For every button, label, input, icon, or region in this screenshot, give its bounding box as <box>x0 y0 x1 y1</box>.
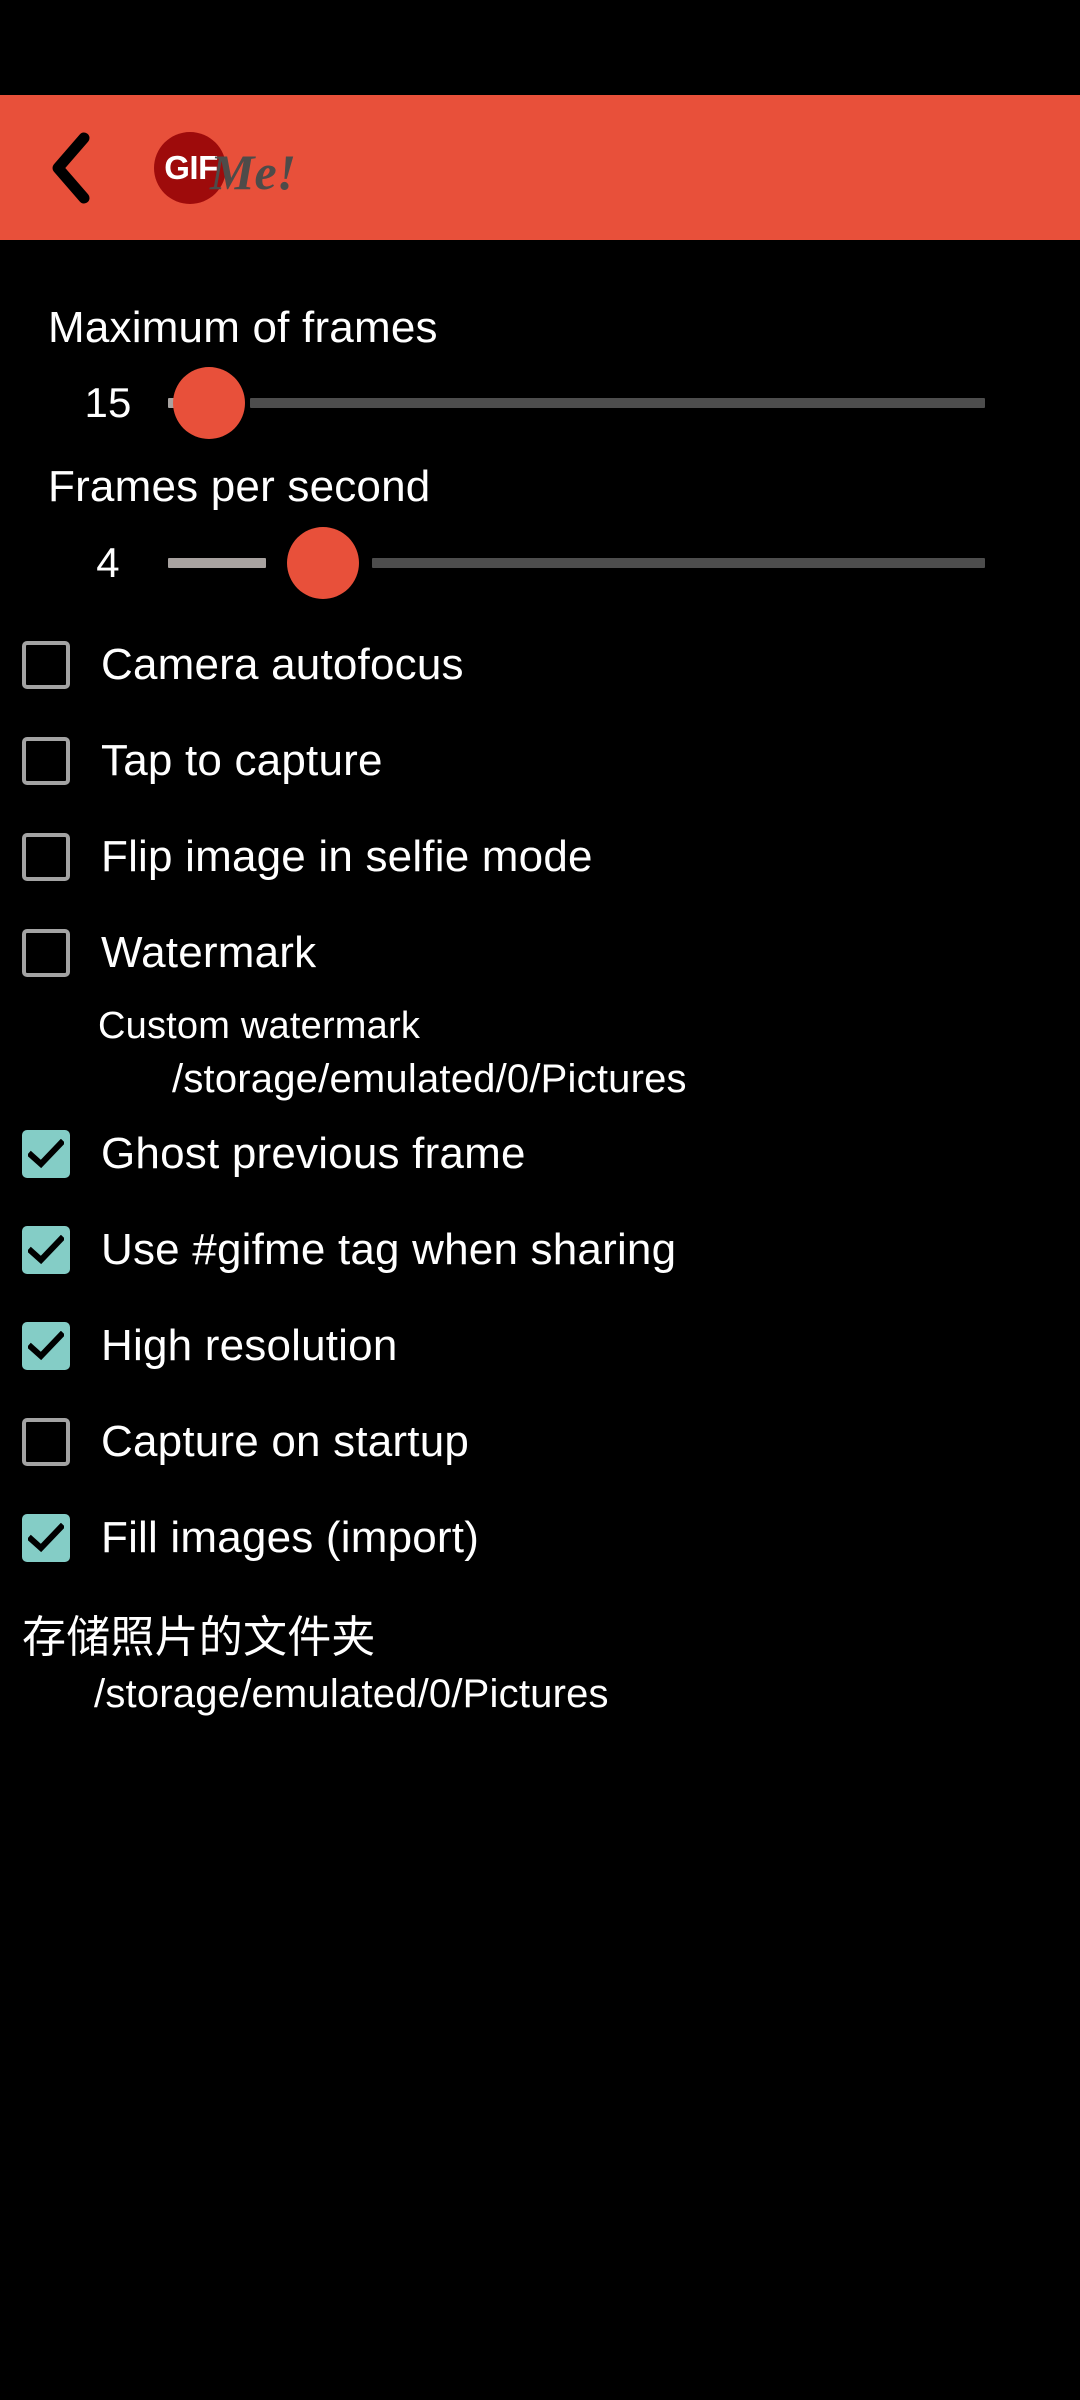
checkbox-high-resolution[interactable] <box>22 1322 70 1371</box>
checkbox-gifme-tag[interactable] <box>22 1226 70 1275</box>
max-frames-thumb[interactable] <box>172 367 245 440</box>
setting-max-frames: Maximum of frames 15 <box>0 298 1080 449</box>
fps-value: 4 <box>96 538 120 586</box>
photo-folder-entry[interactable]: 存储照片的文件夹 /storage/emulated/0/Pictures <box>0 1586 1080 1721</box>
setting-fps: Frames per second 4 <box>0 457 1080 608</box>
fps-track-filled <box>168 557 267 568</box>
max-frames-track-rest <box>249 398 985 409</box>
fps-track-rest <box>372 557 985 568</box>
photo-folder-title: 存储照片的文件夹 <box>22 1613 376 1663</box>
checkbox-ghost-previous-frame[interactable] <box>22 1130 70 1179</box>
checkbox-row-camera-autofocus[interactable]: Camera autofocus <box>0 617 1080 713</box>
checkbox-label-watermark: Watermark <box>101 927 317 977</box>
checkbox-row-watermark[interactable]: Watermark <box>0 905 1080 1001</box>
max-frames-value: 15 <box>84 379 132 427</box>
checkbox-flip-image-selfie[interactable] <box>22 832 70 881</box>
fps-track[interactable] <box>168 526 985 599</box>
checkbox-label-tap-to-capture: Tap to capture <box>101 735 383 785</box>
checkbox-row-gifme-tag[interactable]: Use #gifme tag when sharing <box>0 1202 1080 1298</box>
checkbox-label-high-resolution: High resolution <box>101 1321 398 1371</box>
checkbox-tap-to-capture[interactable] <box>22 736 70 785</box>
checkbox-watermark[interactable] <box>22 928 70 977</box>
checkbox-label-capture-on-startup: Capture on startup <box>101 1417 470 1467</box>
checkbox-row-capture-on-startup[interactable]: Capture on startup <box>0 1394 1080 1490</box>
fps-slider-row[interactable]: 4 <box>0 517 1080 609</box>
checkbox-label-camera-autofocus: Camera autofocus <box>101 639 464 689</box>
checkbox-row-tap-to-capture[interactable]: Tap to capture <box>0 713 1080 809</box>
logo-script-text: Me! <box>210 143 297 200</box>
checkbox-fill-images-import[interactable] <box>22 1514 70 1563</box>
app-logo: GIF Me! <box>154 123 296 213</box>
checkbox-label-ghost-previous-frame: Ghost previous frame <box>101 1129 526 1179</box>
checkbox-row-flip-image-selfie[interactable]: Flip image in selfie mode <box>0 809 1080 905</box>
custom-watermark-title: Custom watermark <box>98 1004 421 1047</box>
back-button[interactable] <box>28 125 114 211</box>
fps-label: Frames per second <box>48 462 431 512</box>
photo-folder-path: /storage/emulated/0/Pictures <box>94 1672 609 1717</box>
checkbox-row-fill-images-import[interactable]: Fill images (import) <box>0 1490 1080 1586</box>
max-frames-slider-row[interactable]: 15 <box>0 357 1080 449</box>
fps-thumb[interactable] <box>287 526 360 599</box>
custom-watermark-path: /storage/emulated/0/Pictures <box>172 1057 687 1102</box>
status-bar <box>0 0 1080 95</box>
chevron-left-icon <box>48 132 94 204</box>
max-frames-track[interactable] <box>168 367 985 440</box>
checkbox-row-high-resolution[interactable]: High resolution <box>0 1298 1080 1394</box>
app-bar: GIF Me! <box>0 95 1080 240</box>
checkbox-row-ghost-previous-frame[interactable]: Ghost previous frame <box>0 1106 1080 1202</box>
checkbox-capture-on-startup[interactable] <box>22 1418 70 1467</box>
checkbox-label-gifme-tag: Use #gifme tag when sharing <box>101 1225 677 1275</box>
custom-watermark-entry[interactable]: Custom watermark /storage/emulated/0/Pic… <box>0 1001 1080 1106</box>
max-frames-label: Maximum of frames <box>48 303 438 352</box>
checkbox-camera-autofocus[interactable] <box>22 640 70 689</box>
settings-content: Maximum of frames 15 Frames per second 4… <box>0 240 1080 1721</box>
checkbox-label-flip-image-selfie: Flip image in selfie mode <box>101 831 593 881</box>
checkbox-label-fill-images-import: Fill images (import) <box>101 1513 480 1563</box>
